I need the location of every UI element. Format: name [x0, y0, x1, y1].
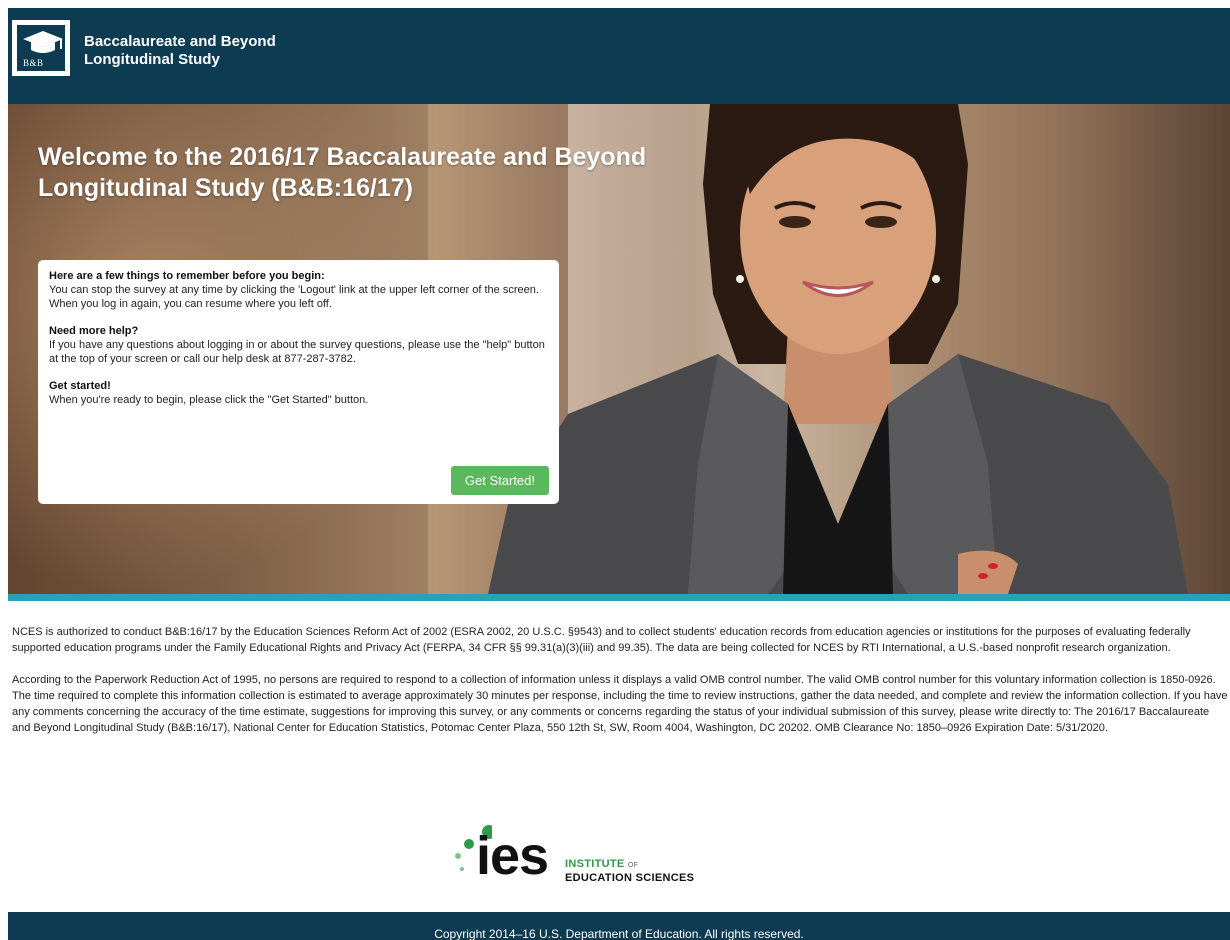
graduation-cap-icon: [23, 31, 63, 53]
site-footer: Copyright 2014–16 U.S. Department of Edu…: [8, 912, 1230, 940]
instructions-heading: Here are a few things to remember before…: [49, 270, 325, 282]
site-header: B&B Baccalaureate and Beyond Longitudina…: [8, 8, 1230, 104]
get-started-button[interactable]: Get Started!: [450, 466, 549, 495]
instructions-text: You can stop the survey at any time by c…: [49, 284, 539, 310]
copyright-text: Copyright 2014–16 U.S. Department of Edu…: [434, 927, 804, 940]
hero-title: Welcome to the 2016/17 Baccalaureate and…: [38, 143, 647, 202]
help-text: If you have any questions about logging …: [49, 339, 545, 365]
help-heading: Need more help?: [49, 325, 139, 337]
site-title-line2: Longitudinal Study: [84, 51, 220, 68]
page: B&B Baccalaureate and Beyond Longitudina…: [0, 0, 1230, 940]
ies-logo: ies INSTITUTE OF EDUCATION SCIENCES: [452, 824, 752, 886]
accent-divider: [8, 594, 1230, 601]
hero-banner: Welcome to the 2016/17 Baccalaureate and…: [8, 104, 1230, 594]
ies-of: OF: [627, 862, 639, 869]
legal-notice: NCES is authorized to conduct B&B:16/17 …: [12, 624, 1228, 752]
ies-wordmark: INSTITUTE OF EDUCATION SCIENCES: [565, 858, 694, 884]
ies-institute: INSTITUTE: [565, 858, 625, 870]
get-started-heading: Get started!: [49, 380, 111, 392]
authorization-paragraph: NCES is authorized to conduct B&B:16/17 …: [12, 626, 1191, 654]
instructions-card: Here are a few things to remember before…: [38, 260, 559, 504]
ies-mark: ies: [476, 826, 549, 886]
logo-text: B&B: [23, 58, 44, 68]
get-started-text: When you're ready to begin, please click…: [49, 394, 369, 406]
bb-logo: B&B: [12, 20, 70, 76]
paperwork-paragraph: According to the Paperwork Reduction Act…: [12, 674, 1228, 734]
site-title: Baccalaureate and Beyond Longitudinal St…: [84, 33, 276, 69]
ies-education-sciences: EDUCATION SCIENCES: [565, 872, 695, 884]
site-title-line1: Baccalaureate and Beyond: [84, 33, 276, 50]
